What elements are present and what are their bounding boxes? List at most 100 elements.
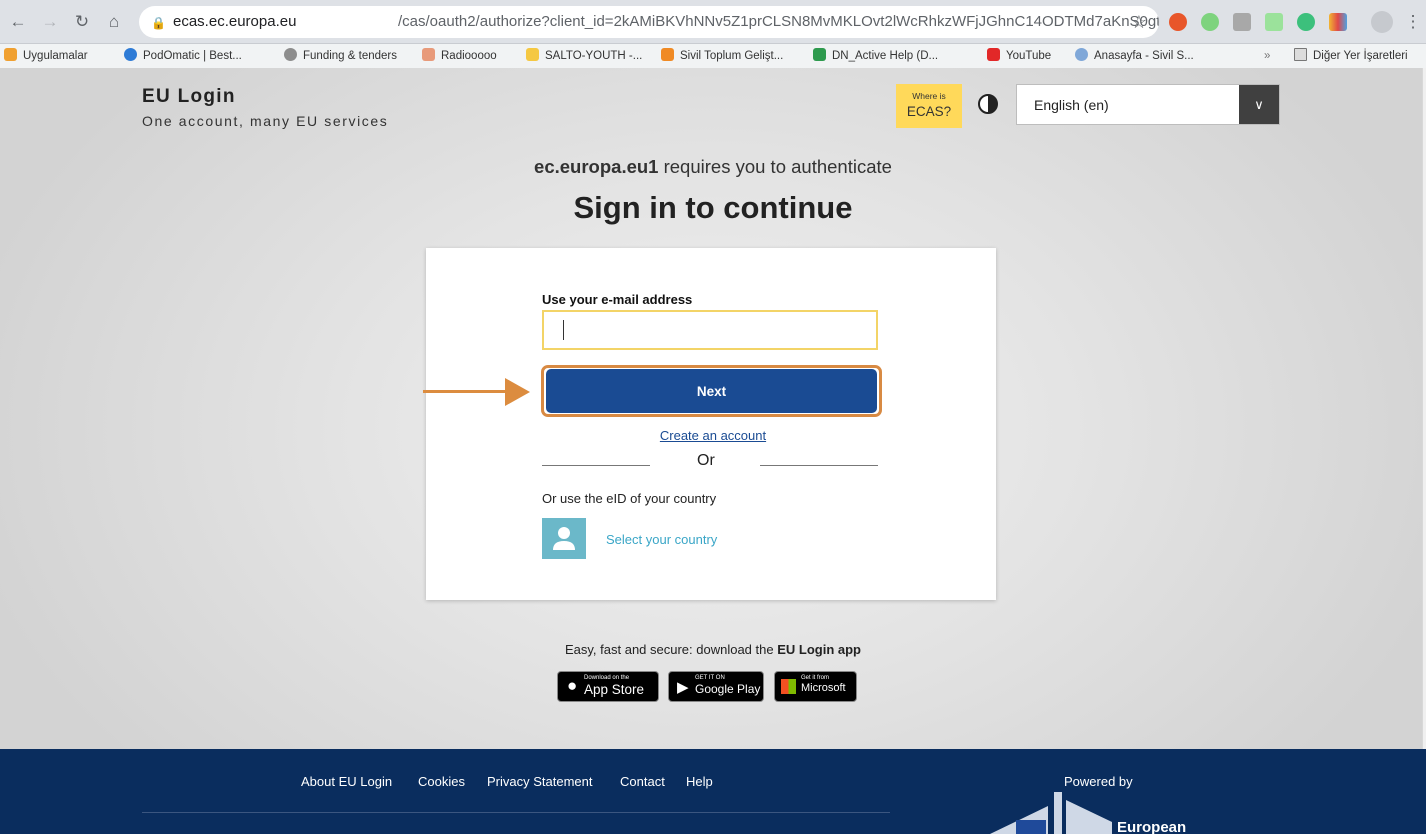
reload-icon[interactable]: ↻ (71, 11, 93, 33)
badge-big-text: App Store (584, 682, 645, 697)
ecas-small-text: Where is (912, 91, 946, 101)
bookmark-other[interactable]: Diğer Yer İşaretleri (1294, 44, 1408, 68)
select-country-link[interactable]: Select your country (606, 532, 717, 547)
bookmark-funding[interactable]: Funding & tenders (284, 44, 397, 68)
divider-right (760, 465, 878, 466)
bookmark-label: Sivil Toplum Gelişt... (680, 50, 784, 62)
auth-host: ec.europa.eu1 (534, 156, 659, 177)
auth-message: ec.europa.eu1 requires you to authentica… (0, 156, 1426, 178)
bookmark-label: Radiooooo (441, 50, 497, 62)
app-name: EU Login app (777, 642, 861, 657)
page-title: Sign in to continue (573, 190, 853, 225)
bookmark-youtube[interactable]: YouTube (987, 44, 1051, 68)
bookmark-label: PodOmatic | Best... (143, 50, 242, 62)
app-promo-prefix: Easy, fast and secure: download the (564, 642, 778, 657)
url-host: ecas.ec.europa.eu (173, 13, 297, 30)
european-commission-text: European (1117, 819, 1187, 834)
footer-link-help[interactable]: Help (686, 774, 713, 789)
or-separator: Or (697, 452, 715, 469)
next-button[interactable]: Next (546, 369, 877, 413)
login-card (426, 248, 996, 600)
extension-shield-icon[interactable] (1169, 13, 1187, 31)
bookmark-label: SALTO-YOUTH -... (545, 50, 643, 62)
eid-label: Or use the eID of your country (542, 491, 717, 506)
browser-toolbar: ← → ↻ ⌂ 🔒 ecas.ec.europa.eu /cas/oauth2/… (0, 0, 1426, 44)
globe-icon (284, 48, 297, 61)
badge-small-text: Get it from (801, 675, 830, 681)
extension-dot-icon[interactable] (1297, 13, 1315, 31)
bookmark-dn-active[interactable]: DN_Active Help (D... (813, 44, 938, 68)
bookmark-radiooooo[interactable]: Radiooooo (422, 44, 497, 68)
url-path: /cas/oauth2/authorize?client_id=2kAMiBKV… (398, 13, 1159, 30)
extension-colors-icon[interactable] (1329, 13, 1347, 31)
salto-icon (526, 48, 539, 61)
annotation-arrow-icon (505, 378, 530, 406)
language-value: English (en) (1034, 97, 1109, 113)
footer-link-about[interactable]: About EU Login (301, 774, 392, 789)
google-play-badge[interactable]: ▶ GET IT ON Google Play (668, 671, 764, 702)
profile-avatar-icon[interactable] (1371, 11, 1393, 33)
brand-title: EU Login (142, 86, 236, 107)
bookmarks-bar: Uygulamalar PodOmatic | Best... Funding … (0, 44, 1426, 68)
folder-icon (1294, 48, 1307, 61)
app-store-badge[interactable]: ● Download on the App Store (557, 671, 659, 702)
bookmark-apps[interactable]: Uygulamalar (4, 44, 88, 68)
extension-tab-icon[interactable] (1265, 13, 1283, 31)
bookmarks-overflow-button[interactable]: » (1264, 44, 1270, 68)
bookmark-podomatic[interactable]: PodOmatic | Best... (124, 44, 242, 68)
footer-link-contact[interactable]: Contact (620, 774, 665, 789)
bookmark-label: Diğer Yer İşaretleri (1313, 50, 1408, 62)
bookmark-salto[interactable]: SALTO-YOUTH -... (526, 44, 642, 68)
chevron-down-icon[interactable]: ∨ (1239, 85, 1279, 124)
create-account-link[interactable]: Create an account (0, 428, 1426, 443)
apps-grid-icon (4, 48, 17, 61)
back-icon[interactable]: ← (7, 11, 29, 33)
podomatic-icon (124, 48, 137, 61)
cross-icon (813, 48, 826, 61)
extension-pencil-icon[interactable] (1233, 13, 1251, 31)
badge-big-text: Google Play (695, 682, 761, 696)
powered-by-text: Powered by (1064, 774, 1133, 789)
bookmark-sivil-toplum[interactable]: Sivil Toplum Gelişt... (661, 44, 783, 68)
divider-left (542, 465, 650, 466)
apple-icon: ● (567, 676, 578, 695)
ecas-large-text: ECAS? (906, 104, 952, 119)
bookmark-label: YouTube (1006, 50, 1052, 62)
microsoft-badge[interactable]: Get it from Microsoft (774, 671, 857, 702)
brand-tagline: One account, many EU services (142, 113, 389, 129)
forward-icon[interactable]: → (39, 11, 61, 33)
extension-grammar-icon[interactable] (1201, 13, 1219, 31)
footer-divider (142, 812, 890, 813)
youtube-icon (987, 48, 1000, 61)
badge-small-text: Download on the (584, 675, 630, 681)
email-label: Use your e-mail address (542, 292, 693, 307)
radio-icon (422, 48, 435, 61)
browser-menu-icon[interactable]: ⋮ (1404, 11, 1422, 33)
lock-icon: 🔒 (151, 16, 166, 30)
wave-icon (661, 48, 674, 61)
bookmark-label: Funding & tenders (303, 50, 397, 62)
badge-small-text: GET IT ON (695, 675, 725, 681)
bookmark-anasayfa[interactable]: Anasayfa - Sivil S... (1075, 44, 1194, 68)
microsoft-logo-icon (781, 679, 796, 694)
language-select[interactable]: English (en) ∨ (1016, 84, 1280, 125)
contrast-toggle-icon[interactable] (978, 94, 998, 114)
address-bar[interactable]: 🔒 ecas.ec.europa.eu /cas/oauth2/authoriz… (139, 6, 1159, 38)
play-icon: ▶ (677, 679, 689, 696)
bookmark-label: Anasayfa - Sivil S... (1094, 50, 1194, 62)
home-icon[interactable]: ⌂ (103, 11, 125, 33)
bookmark-star-icon[interactable]: ☆ (1131, 6, 1147, 38)
where-is-ecas-button[interactable]: Where is ECAS? (896, 84, 962, 128)
bookmark-label: Uygulamalar (23, 50, 88, 62)
email-field[interactable] (542, 310, 878, 350)
footer-link-cookies[interactable]: Cookies (418, 774, 465, 789)
app-promo-text: Easy, fast and secure: download the EU L… (0, 642, 1426, 657)
annotation-arrow-shaft (423, 390, 511, 393)
auth-message-text: requires you to authenticate (658, 156, 892, 177)
globe-icon (1075, 48, 1088, 61)
badge-big-text: Microsoft (801, 682, 846, 694)
footer (0, 749, 1426, 834)
user-icon[interactable] (542, 518, 586, 559)
footer-link-privacy[interactable]: Privacy Statement (487, 774, 593, 789)
bookmark-label: DN_Active Help (D... (832, 50, 939, 62)
